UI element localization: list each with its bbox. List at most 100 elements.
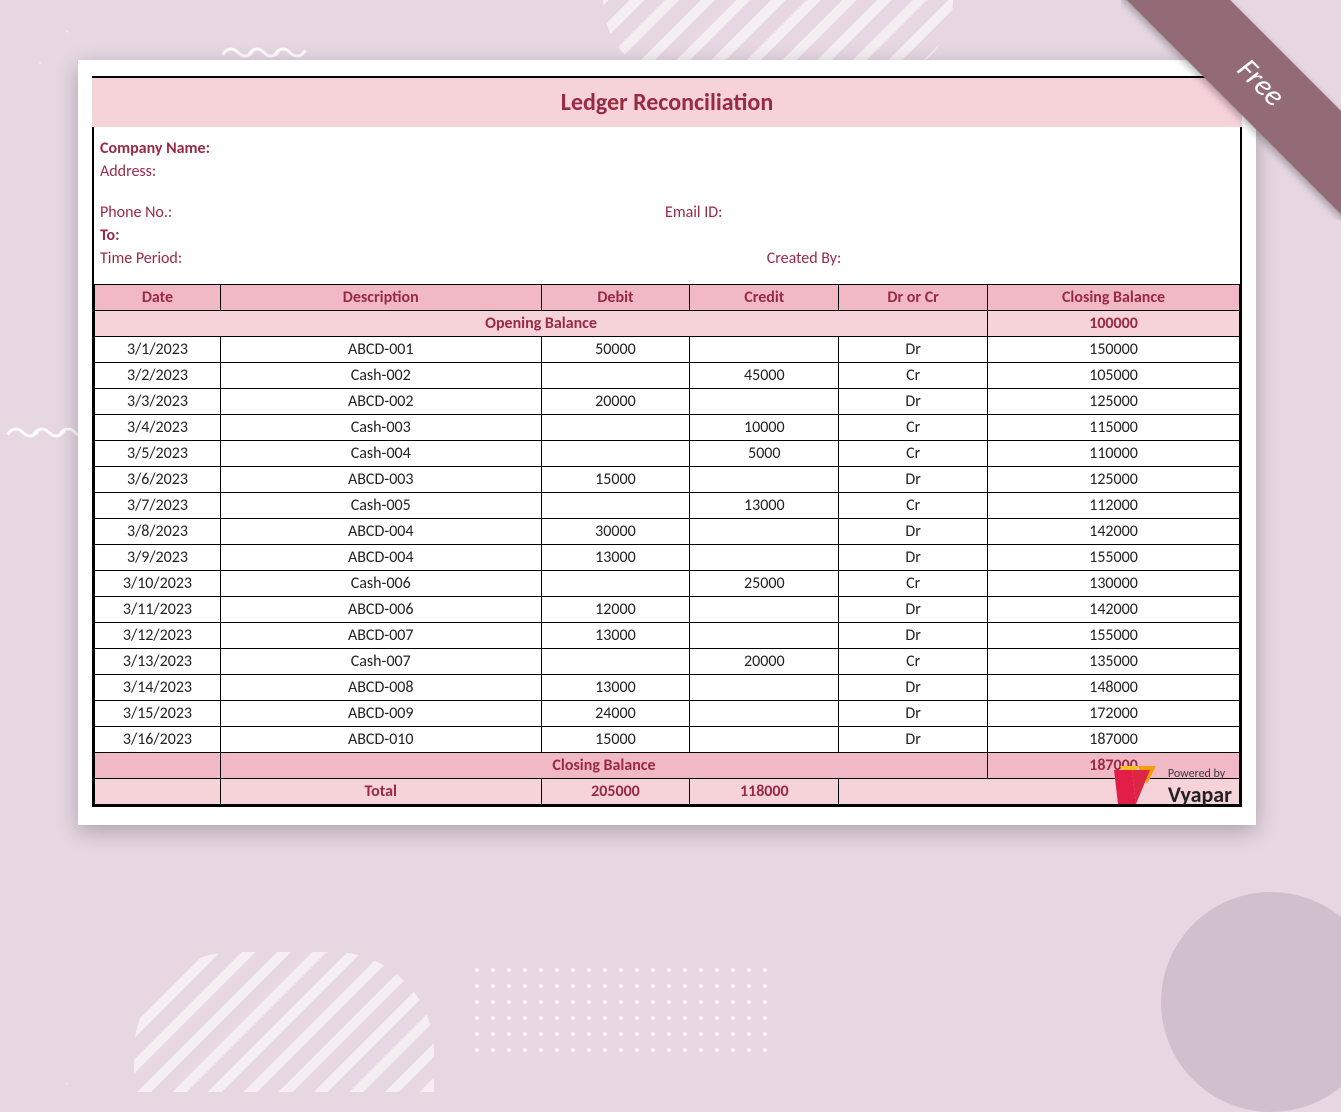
cell-bal: 155000 <box>988 623 1240 649</box>
total-debit: 205000 <box>541 779 690 805</box>
total-label: Total <box>220 779 541 805</box>
cell-desc: ABCD-004 <box>220 545 541 571</box>
table-row: 3/1/2023ABCD-00150000Dr150000 <box>95 337 1240 363</box>
table-row: 3/7/2023Cash-00513000Cr112000 <box>95 493 1240 519</box>
cell-debit: 50000 <box>541 337 690 363</box>
cell-debit: 20000 <box>541 389 690 415</box>
table-row: 3/15/2023ABCD-00924000Dr172000 <box>95 701 1240 727</box>
cell-drcr: Dr <box>839 467 988 493</box>
cell-debit <box>541 493 690 519</box>
decor-squiggle-icon: ～～～ <box>5 405 83 457</box>
meta-section: Company Name: Address: Phone No.: Email … <box>94 127 1240 284</box>
decor-blob <box>1161 892 1341 1112</box>
cell-bal: 105000 <box>988 363 1240 389</box>
table-row: 3/9/2023ABCD-00413000Dr155000 <box>95 545 1240 571</box>
brand-logo-icon <box>1114 764 1162 811</box>
cell-debit: 30000 <box>541 519 690 545</box>
cell-drcr: Dr <box>839 389 988 415</box>
cell-desc: Cash-004 <box>220 441 541 467</box>
cell-date: 3/5/2023 <box>95 441 221 467</box>
cell-bal: 142000 <box>988 519 1240 545</box>
cell-credit <box>690 467 839 493</box>
cell-desc: Cash-006 <box>220 571 541 597</box>
page-title: Ledger Reconciliation <box>92 88 1242 117</box>
cell-drcr: Cr <box>839 649 988 675</box>
powered-by-label: Powered by <box>1168 767 1232 781</box>
email-label: Email ID: <box>665 203 722 222</box>
cell-debit: 15000 <box>541 727 690 753</box>
col-debit: Debit <box>541 285 690 311</box>
cell-debit <box>541 415 690 441</box>
cell-drcr: Dr <box>839 519 988 545</box>
cell-credit <box>690 675 839 701</box>
title-band: Ledger Reconciliation <box>92 76 1242 127</box>
table-header-row: Date Description Debit Credit Dr or Cr C… <box>95 285 1240 311</box>
cell-date: 3/2/2023 <box>95 363 221 389</box>
cell-date: 3/1/2023 <box>95 337 221 363</box>
decor-stripes-bottom <box>134 952 434 1092</box>
cell-desc: Cash-003 <box>220 415 541 441</box>
cell-credit: 45000 <box>690 363 839 389</box>
cell-credit: 10000 <box>690 415 839 441</box>
cell-bal: 187000 <box>988 727 1240 753</box>
cell-debit: 24000 <box>541 701 690 727</box>
cell-bal: 130000 <box>988 571 1240 597</box>
cell-drcr: Cr <box>839 415 988 441</box>
cell-credit <box>690 623 839 649</box>
cell-date: 3/3/2023 <box>95 389 221 415</box>
cell-bal: 135000 <box>988 649 1240 675</box>
cell-credit <box>690 701 839 727</box>
cell-desc: ABCD-010 <box>220 727 541 753</box>
cell-debit: 13000 <box>541 623 690 649</box>
col-description: Description <box>220 285 541 311</box>
cell-debit: 13000 <box>541 675 690 701</box>
cell-credit <box>690 337 839 363</box>
decor-dots <box>469 962 769 1062</box>
col-drcr: Dr or Cr <box>839 285 988 311</box>
time-period-label: Time Period: <box>100 249 182 268</box>
closing-balance-row: Closing Balance187000 <box>95 753 1240 779</box>
closing-balance-label: Closing Balance <box>220 753 987 779</box>
cell-bal: 148000 <box>988 675 1240 701</box>
total-credit: 118000 <box>690 779 839 805</box>
cell-bal: 125000 <box>988 389 1240 415</box>
cell-date: 3/13/2023 <box>95 649 221 675</box>
cell-drcr: Dr <box>839 623 988 649</box>
cell-desc: Cash-002 <box>220 363 541 389</box>
cell-bal: 115000 <box>988 415 1240 441</box>
cell-credit <box>690 519 839 545</box>
table-row: 3/5/2023Cash-0045000Cr110000 <box>95 441 1240 467</box>
total-blank <box>839 779 988 805</box>
created-by-label: Created By: <box>767 249 842 268</box>
cell-desc: ABCD-009 <box>220 701 541 727</box>
cell-debit <box>541 649 690 675</box>
table-row: 3/2/2023Cash-002 45000Cr105000 <box>95 363 1240 389</box>
cell-debit: 15000 <box>541 467 690 493</box>
cell-date: 3/12/2023 <box>95 623 221 649</box>
company-name-label: Company Name: <box>100 139 210 158</box>
ledger-page: Ledger Reconciliation Company Name: Addr… <box>78 60 1256 825</box>
address-label: Address: <box>100 162 156 181</box>
cell-credit <box>690 545 839 571</box>
cell-credit: 5000 <box>690 441 839 467</box>
cell-credit: 25000 <box>690 571 839 597</box>
table-row: 3/14/2023ABCD-00813000Dr148000 <box>95 675 1240 701</box>
col-credit: Credit <box>690 285 839 311</box>
table-row: 3/8/2023ABCD-00430000 Dr142000 <box>95 519 1240 545</box>
cell-debit <box>541 363 690 389</box>
cell-desc: ABCD-006 <box>220 597 541 623</box>
opening-balance-label: Opening Balance <box>95 311 988 337</box>
cell-credit <box>690 727 839 753</box>
cell-drcr: Cr <box>839 363 988 389</box>
to-label: To: <box>100 226 120 245</box>
cell-credit: 20000 <box>690 649 839 675</box>
cell-date: 3/8/2023 <box>95 519 221 545</box>
cell-drcr: Dr <box>839 545 988 571</box>
total-blank <box>95 779 221 805</box>
cell-drcr: Dr <box>839 701 988 727</box>
cell-desc: ABCD-004 <box>220 519 541 545</box>
table-row: 3/6/2023ABCD-00315000Dr125000 <box>95 467 1240 493</box>
cell-bal: 142000 <box>988 597 1240 623</box>
cell-date: 3/6/2023 <box>95 467 221 493</box>
cell-desc: ABCD-001 <box>220 337 541 363</box>
